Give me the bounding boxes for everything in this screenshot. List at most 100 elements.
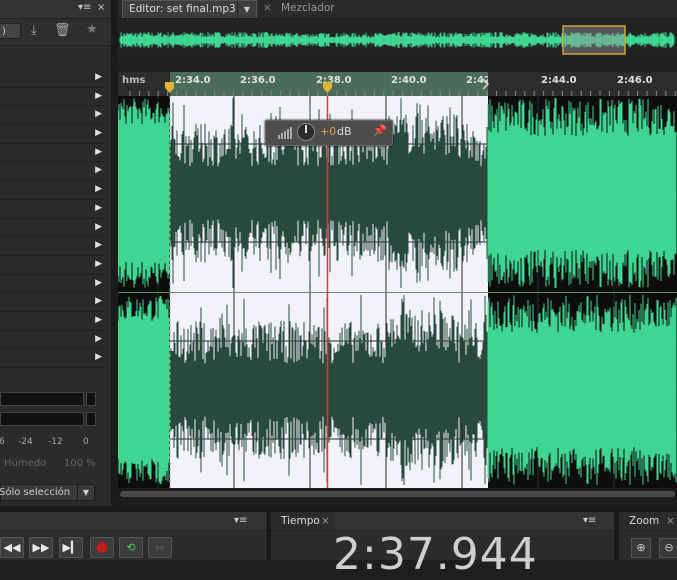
effect-slot[interactable]: ▶ (0, 330, 108, 350)
volume-knob[interactable] (297, 123, 315, 141)
expand-arrow-icon[interactable]: ▶ (95, 352, 102, 362)
expand-arrow-icon[interactable]: ▶ (95, 222, 102, 232)
expand-arrow-icon[interactable]: ▶ (95, 334, 102, 344)
waveform-overview[interactable] (118, 19, 677, 57)
expand-arrow-icon[interactable]: ▶ (95, 109, 102, 119)
effect-slot[interactable]: ▶ (0, 293, 108, 312)
time-tab-label: Tiempo (281, 515, 320, 527)
transport-panel: ▾≡ ◀◀ ▶▶ ▶▎ ● ⟲ ⇿ (0, 512, 268, 560)
zoom-in-amplitude-button[interactable]: ⊕ (631, 538, 651, 558)
close-icon[interactable]: × (666, 512, 675, 530)
output-meter-clip (86, 412, 96, 426)
meter-scale-label: -12 (48, 437, 63, 447)
close-icon[interactable]: × (97, 2, 105, 13)
expand-arrow-icon[interactable]: ▶ (95, 165, 102, 175)
input-meter-clip (86, 392, 96, 406)
expand-arrow-icon[interactable]: ▶ (95, 91, 102, 101)
zoom-out-amplitude-button[interactable]: ⊖ (659, 538, 677, 558)
skip-button[interactable]: ⇿ (148, 537, 172, 558)
effects-toolbar: ) ⤓ 🗑 ★ (0, 19, 111, 46)
waveform-canvas[interactable] (118, 96, 677, 488)
meter-scale-label: 6 (0, 437, 5, 447)
rewind-button[interactable]: ◀◀ (0, 537, 24, 558)
expand-arrow-icon[interactable]: ▶ (95, 315, 102, 325)
effect-slot[interactable]: ▶ (0, 199, 108, 219)
panel-splitter[interactable] (111, 0, 118, 506)
meter-scale-label: -24 (18, 437, 33, 447)
favorite-star-icon[interactable]: ★ (86, 22, 98, 37)
effect-slot[interactable]: ▶ (0, 255, 108, 275)
editor-tab-bar: Editor: set final.mp3 ▼ × Mezclador (118, 0, 677, 19)
chevron-down-icon: ▼ (77, 485, 94, 500)
apply-scope-select[interactable]: Sólo selección ▼ (0, 484, 95, 501)
effect-slot[interactable]: ▶ (0, 69, 108, 88)
overview-waveform (118, 19, 677, 57)
loop-button[interactable]: ⟲ (119, 537, 143, 558)
preset-select[interactable]: ) (0, 23, 21, 39)
horizontal-scrollbar[interactable] (118, 488, 677, 500)
panel-menu-icon[interactable]: ▾≡ (583, 512, 596, 530)
apply-scope-value: Sólo selección (0, 487, 71, 498)
scrollbar-thumb[interactable] (120, 491, 675, 497)
meter-scale-label: 0 (83, 437, 89, 447)
output-meter (0, 412, 84, 426)
time-display: 2:37.944 (333, 529, 538, 580)
effect-slot[interactable]: ▶ (0, 311, 108, 331)
volume-bars-icon (278, 127, 292, 139)
level-meters (0, 390, 98, 440)
playhead-marker[interactable] (323, 82, 332, 93)
tab-editor-label: Editor: set final.mp3 (129, 3, 236, 15)
effect-slot[interactable]: ▶ (0, 349, 108, 368)
zoom-panel: Zoom × ⊕ ⊖ (619, 512, 677, 560)
waveform-display[interactable] (118, 96, 677, 488)
close-icon[interactable]: × (321, 512, 330, 530)
expand-arrow-icon[interactable]: ▶ (95, 278, 102, 288)
expand-arrow-icon[interactable]: ▶ (95, 72, 102, 82)
tab-mixer[interactable]: Mezclador (275, 0, 345, 18)
effect-slot[interactable]: ▶ (0, 218, 108, 238)
volume-value[interactable]: +0 (320, 125, 336, 138)
overview-viewport[interactable] (562, 25, 626, 55)
zoom-tab[interactable]: Zoom × (619, 512, 677, 530)
mix-value[interactable]: 100 % (64, 458, 96, 469)
expand-arrow-icon[interactable]: ▶ (95, 147, 102, 157)
time-panel: Tiempo × ▾≡ 2:37.944 (271, 512, 614, 580)
effects-rack-panel: ▾≡ × ) ⤓ 🗑 ★ ▶ ▶ ▶ ▶ ▶ ▶ ▶ ▶ ▶ ▶ ▶ ▶ ▶ ▶ ▶ ▶ 6 -24 -12 … (0, 0, 111, 506)
panel-menu-icon[interactable]: ▾≡ (234, 512, 247, 530)
volume-hud[interactable]: +0 dB 📌 (265, 120, 393, 146)
effect-slot[interactable]: ▶ (0, 143, 108, 163)
effect-slot[interactable]: ▶ (0, 106, 108, 126)
effect-slots: ▶ ▶ ▶ ▶ ▶ ▶ ▶ ▶ ▶ ▶ ▶ ▶ ▶ ▶ ▶ ▶ (0, 69, 108, 368)
expand-arrow-icon[interactable]: ▶ (95, 259, 102, 269)
transport-header: ▾≡ (0, 512, 267, 531)
tab-editor[interactable]: Editor: set final.mp3 ▼ (122, 0, 257, 18)
zoom-tab-label: Zoom (629, 515, 660, 527)
effect-slot[interactable]: ▶ (0, 125, 108, 144)
effect-slot[interactable]: ▶ (0, 274, 108, 294)
expand-arrow-icon[interactable]: ▶ (95, 240, 102, 250)
expand-arrow-icon[interactable]: ▶ (95, 203, 102, 213)
effect-slot[interactable]: ▶ (0, 237, 108, 256)
effect-slot[interactable]: ▶ (0, 87, 108, 107)
meter-scale: 6 -24 -12 0 (0, 437, 100, 449)
trash-icon[interactable]: 🗑 (54, 23, 71, 38)
record-button[interactable]: ● (90, 537, 114, 558)
timeline-ruler[interactable]: hms 2:34.0 2:36.0 2:38.0 2:40.0 2:42.0 2… (118, 72, 677, 97)
effect-slot[interactable]: ▶ (0, 162, 108, 182)
expand-arrow-icon[interactable]: ▶ (95, 296, 102, 306)
effect-slot[interactable]: ▶ (0, 181, 108, 200)
file-dropdown-icon[interactable]: ▼ (237, 1, 256, 18)
expand-arrow-icon[interactable]: ▶ (95, 184, 102, 194)
ruler-marks (129, 78, 676, 96)
time-tab[interactable]: Tiempo × (271, 512, 335, 530)
left-panel-header: ▾≡ × (0, 0, 111, 19)
fast-forward-button[interactable]: ▶▶ (29, 537, 53, 558)
pin-icon[interactable]: 📌 (373, 124, 387, 137)
panel-menu-icon[interactable]: ▾≡ (78, 2, 91, 13)
expand-arrow-icon[interactable]: ▶ (95, 128, 102, 138)
tab-close-icon[interactable]: × (257, 0, 272, 18)
save-preset-icon[interactable]: ⤓ (31, 23, 37, 38)
input-meter (0, 392, 84, 406)
go-to-end-button[interactable]: ▶▎ (59, 537, 83, 558)
selection-start-marker[interactable] (165, 82, 174, 93)
